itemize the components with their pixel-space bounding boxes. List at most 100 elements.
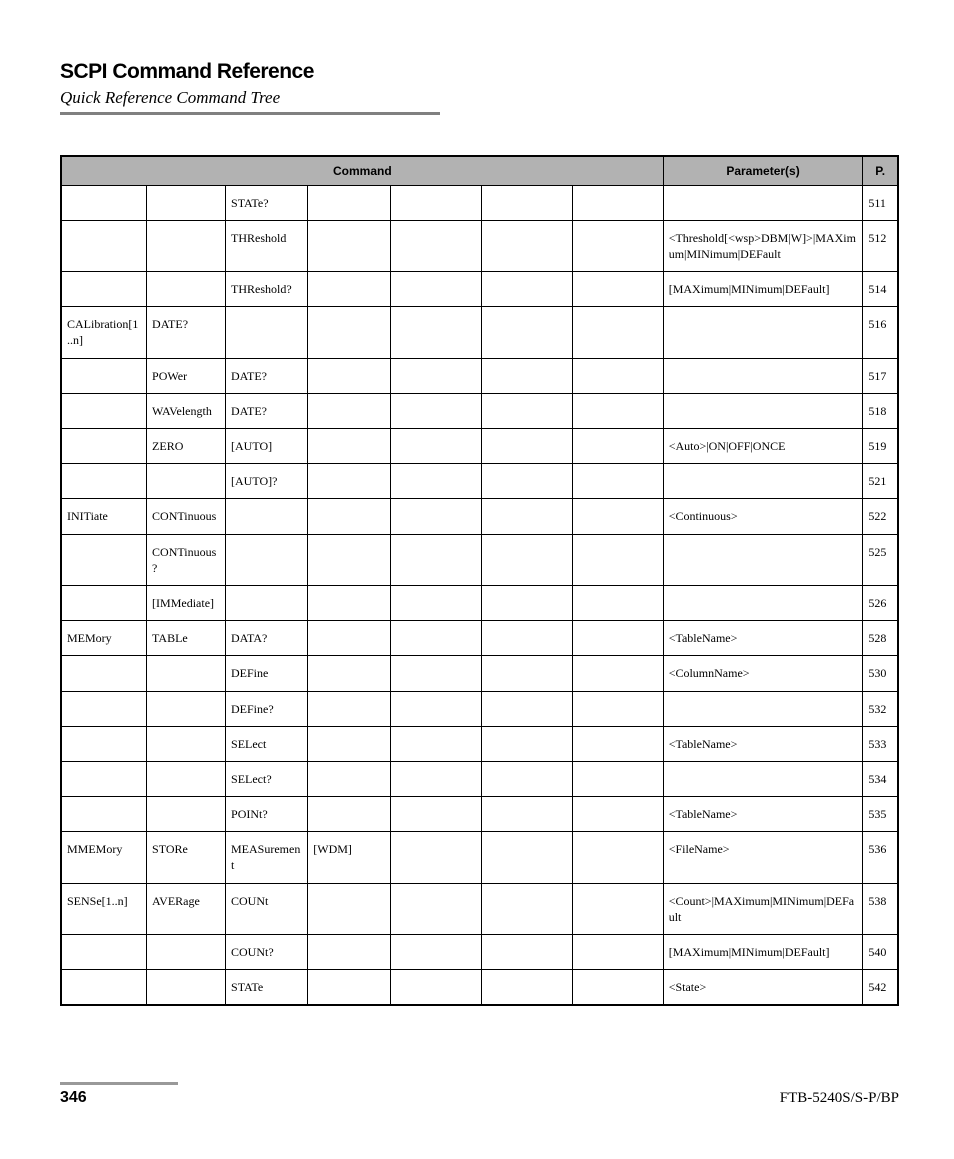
cell-c3: COUNt: [226, 883, 308, 934]
cell-param: [663, 585, 863, 620]
cell-c3: SELect?: [226, 761, 308, 796]
cell-c4: [308, 307, 390, 358]
table-row: COUNt? [MAXimum|MINimum|DEFault]540: [61, 935, 898, 970]
cell-c5: [390, 970, 481, 1006]
cell-page: 511: [863, 185, 898, 220]
cell-c6: [481, 358, 572, 393]
table-row: CONTinuous?525: [61, 534, 898, 585]
cell-c3: STATe?: [226, 185, 308, 220]
cell-page: 522: [863, 499, 898, 534]
cell-c1: [61, 691, 147, 726]
cell-c5: [390, 393, 481, 428]
cell-c3: [226, 307, 308, 358]
cell-page: 536: [863, 832, 898, 883]
table-row: DEFine?532: [61, 691, 898, 726]
table-row: INITiateCONTinuous<Continuous>522: [61, 499, 898, 534]
table-row: THReshold<Threshold[<wsp>DBM|W]>|MAXimum…: [61, 220, 898, 271]
cell-page: 512: [863, 220, 898, 271]
cell-c7: [572, 691, 663, 726]
cell-c4: [308, 883, 390, 934]
cell-c7: [572, 585, 663, 620]
cell-c7: [572, 656, 663, 691]
cell-c2: STORe: [147, 832, 226, 883]
cell-c3: [226, 499, 308, 534]
cell-c6: [481, 393, 572, 428]
cell-c2: [147, 970, 226, 1006]
document-id: FTB-5240S/S-P/BP: [780, 1090, 899, 1107]
cell-c2: [147, 761, 226, 796]
cell-c7: [572, 726, 663, 761]
cell-c4: [308, 585, 390, 620]
cell-c6: [481, 429, 572, 464]
table-row: CALibration[1..n]DATE?516: [61, 307, 898, 358]
cell-c1: [61, 585, 147, 620]
cell-c5: [390, 761, 481, 796]
cell-c1: [61, 761, 147, 796]
table-row: MMEMorySTOReMEASurement[WDM]<FileName>53…: [61, 832, 898, 883]
cell-param: <TableName>: [663, 797, 863, 832]
cell-page: 516: [863, 307, 898, 358]
cell-page: 540: [863, 935, 898, 970]
cell-c5: [390, 358, 481, 393]
command-table: Command Parameter(s) P. STATe?511THResho…: [60, 155, 899, 1007]
cell-param: [663, 534, 863, 585]
cell-c6: [481, 935, 572, 970]
cell-page: 519: [863, 429, 898, 464]
cell-c7: [572, 429, 663, 464]
cell-c6: [481, 970, 572, 1006]
header-page: P.: [863, 156, 898, 186]
cell-page: 525: [863, 534, 898, 585]
cell-c1: [61, 185, 147, 220]
cell-c5: [390, 726, 481, 761]
cell-c5: [390, 499, 481, 534]
cell-c5: [390, 534, 481, 585]
cell-c5: [390, 307, 481, 358]
cell-page: 528: [863, 621, 898, 656]
cell-c4: [308, 429, 390, 464]
table-row: ZERO[AUTO]<Auto>|ON|OFF|ONCE519: [61, 429, 898, 464]
cell-page: 538: [863, 883, 898, 934]
cell-c2: [147, 935, 226, 970]
cell-c6: [481, 761, 572, 796]
cell-param: <Threshold[<wsp>DBM|W]>|MAXimum|MINimum|…: [663, 220, 863, 271]
cell-c4: [308, 220, 390, 271]
page-subtitle: Quick Reference Command Tree: [60, 88, 899, 108]
table-header-row: Command Parameter(s) P.: [61, 156, 898, 186]
cell-param: [663, 761, 863, 796]
table-row: SELect?534: [61, 761, 898, 796]
cell-param: <Continuous>: [663, 499, 863, 534]
cell-c2: POWer: [147, 358, 226, 393]
cell-page: 514: [863, 272, 898, 307]
table-row: DEFine<ColumnName>530: [61, 656, 898, 691]
table-row: THReshold?[MAXimum|MINimum|DEFault]514: [61, 272, 898, 307]
cell-c6: [481, 220, 572, 271]
header-command: Command: [61, 156, 663, 186]
page-footer: 346 FTB-5240S/S-P/BP: [60, 1082, 899, 1107]
cell-page: 535: [863, 797, 898, 832]
table-row: [IMMediate]526: [61, 585, 898, 620]
cell-c6: [481, 307, 572, 358]
cell-param: <TableName>: [663, 621, 863, 656]
cell-c2: [147, 220, 226, 271]
cell-c3: SELect: [226, 726, 308, 761]
cell-c6: [481, 464, 572, 499]
cell-c3: COUNt?: [226, 935, 308, 970]
cell-c4: [308, 499, 390, 534]
cell-param: [MAXimum|MINimum|DEFault]: [663, 272, 863, 307]
cell-c6: [481, 585, 572, 620]
cell-c3: DATE?: [226, 358, 308, 393]
cell-c1: [61, 726, 147, 761]
cell-param: [MAXimum|MINimum|DEFault]: [663, 935, 863, 970]
cell-c1: MEMory: [61, 621, 147, 656]
cell-c6: [481, 656, 572, 691]
cell-page: 521: [863, 464, 898, 499]
cell-c3: MEASurement: [226, 832, 308, 883]
cell-c4: [308, 726, 390, 761]
cell-c3: [AUTO]?: [226, 464, 308, 499]
cell-c2: CONTinuous: [147, 499, 226, 534]
cell-param: [663, 185, 863, 220]
cell-c4: [308, 621, 390, 656]
table-row: STATe? 511: [61, 185, 898, 220]
cell-c4: [308, 797, 390, 832]
cell-c5: [390, 656, 481, 691]
